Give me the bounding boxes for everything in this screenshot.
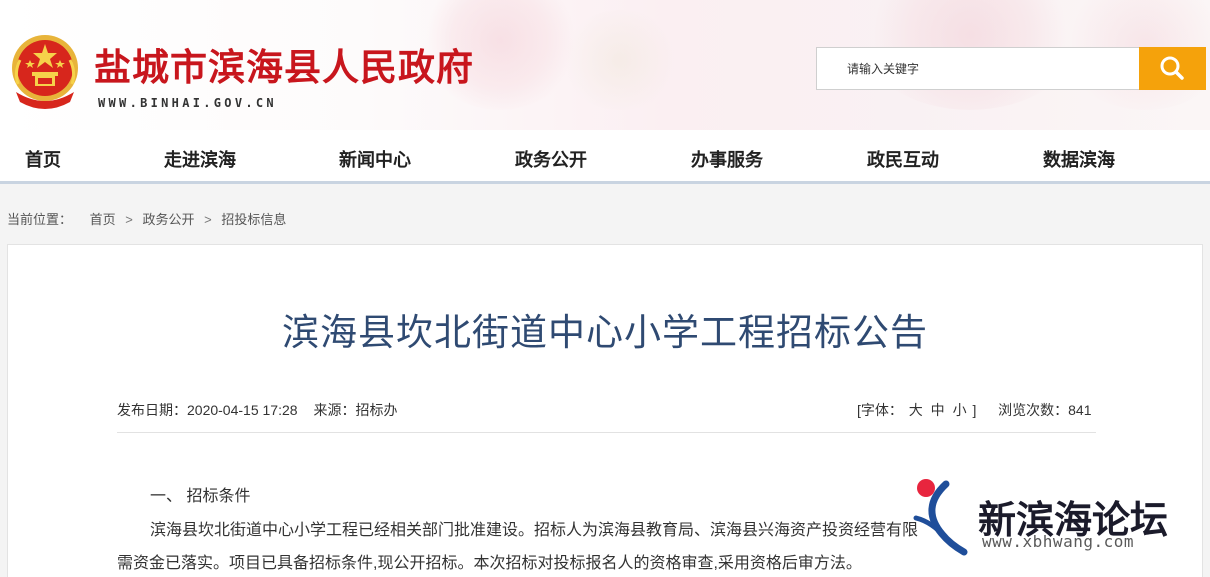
views-label: 浏览次数： <box>998 402 1069 418</box>
search-input[interactable] <box>816 47 1140 90</box>
publish-date-label: 发布日期： <box>117 402 187 418</box>
article-title: 滨海县坎北街道中心小学工程招标公告 <box>282 312 928 353</box>
breadcrumb-gov-affairs[interactable]: 政务公开 <box>143 212 195 227</box>
nav-item-home[interactable]: 首页 <box>25 146 61 172</box>
watermark-url: www.xbhwang.com <box>982 532 1134 551</box>
nav-item-news[interactable]: 新闻中心 <box>339 146 411 172</box>
font-size-small-button[interactable]: 小 <box>953 402 967 418</box>
breadcrumb-separator: > <box>125 212 133 227</box>
breadcrumb-bidding-info[interactable]: 招投标信息 <box>221 212 286 227</box>
watermark-logo-icon <box>913 479 968 556</box>
site-title[interactable]: 盐城市滨海县人民政府 <box>94 37 474 91</box>
nav-item-data[interactable]: 数据滨海 <box>1043 146 1115 172</box>
source: 招标办 <box>355 402 398 418</box>
search-button[interactable] <box>1139 47 1206 90</box>
nav-item-gov-affairs[interactable]: 政务公开 <box>515 146 587 172</box>
breadcrumb-lead: 当前位置： <box>7 212 73 227</box>
header-flower-decoration <box>560 10 680 110</box>
breadcrumb: 当前位置： 首页 > 政务公开 > 招投标信息 <box>7 209 286 228</box>
article-paragraph: 滨海县坎北街道中心小学工程已经相关部门批准建设。招标人为滨海县教育局、滨海县兴海… <box>150 522 919 539</box>
source-label: 来源： <box>313 402 356 418</box>
publish-date: 2020-04-15 17:28 <box>187 402 298 418</box>
site-domain: WWW.BINHAI.GOV.CN <box>98 96 277 110</box>
main-nav: 首页 走进滨海 新闻中心 政务公开 办事服务 政民互动 数据滨海 <box>0 130 1210 184</box>
font-size-large-button[interactable]: 大 <box>909 402 923 418</box>
nav-item-about-binhai[interactable]: 走进滨海 <box>164 146 236 172</box>
article-meta: 发布日期：2020-04-15 17:28 来源：招标办 <box>117 400 398 420</box>
font-size-label: [字体： <box>857 402 903 418</box>
article-paragraph: 需资金已落实。项目已具备招标条件,现公开招标。本次招标对投标报名人的资格审查,采… <box>117 555 862 572</box>
font-size-close: ] <box>972 402 977 418</box>
breadcrumb-home[interactable]: 首页 <box>90 212 116 227</box>
section-heading: 一、 招标条件 <box>150 488 251 505</box>
nav-item-services[interactable]: 办事服务 <box>691 146 763 172</box>
national-emblem-icon <box>12 35 78 109</box>
meta-divider <box>117 432 1096 433</box>
site-header: 盐城市滨海县人民政府 WWW.BINHAI.GOV.CN <box>0 0 1210 130</box>
nav-item-interaction[interactable]: 政民互动 <box>867 146 939 172</box>
views-count: 841 <box>1068 402 1092 418</box>
article-tools: [字体： 大 中 小 ] 浏览次数：841 <box>857 400 1091 420</box>
font-size-medium-button[interactable]: 中 <box>931 402 945 418</box>
search-icon <box>1160 56 1184 80</box>
breadcrumb-separator: > <box>204 212 212 227</box>
